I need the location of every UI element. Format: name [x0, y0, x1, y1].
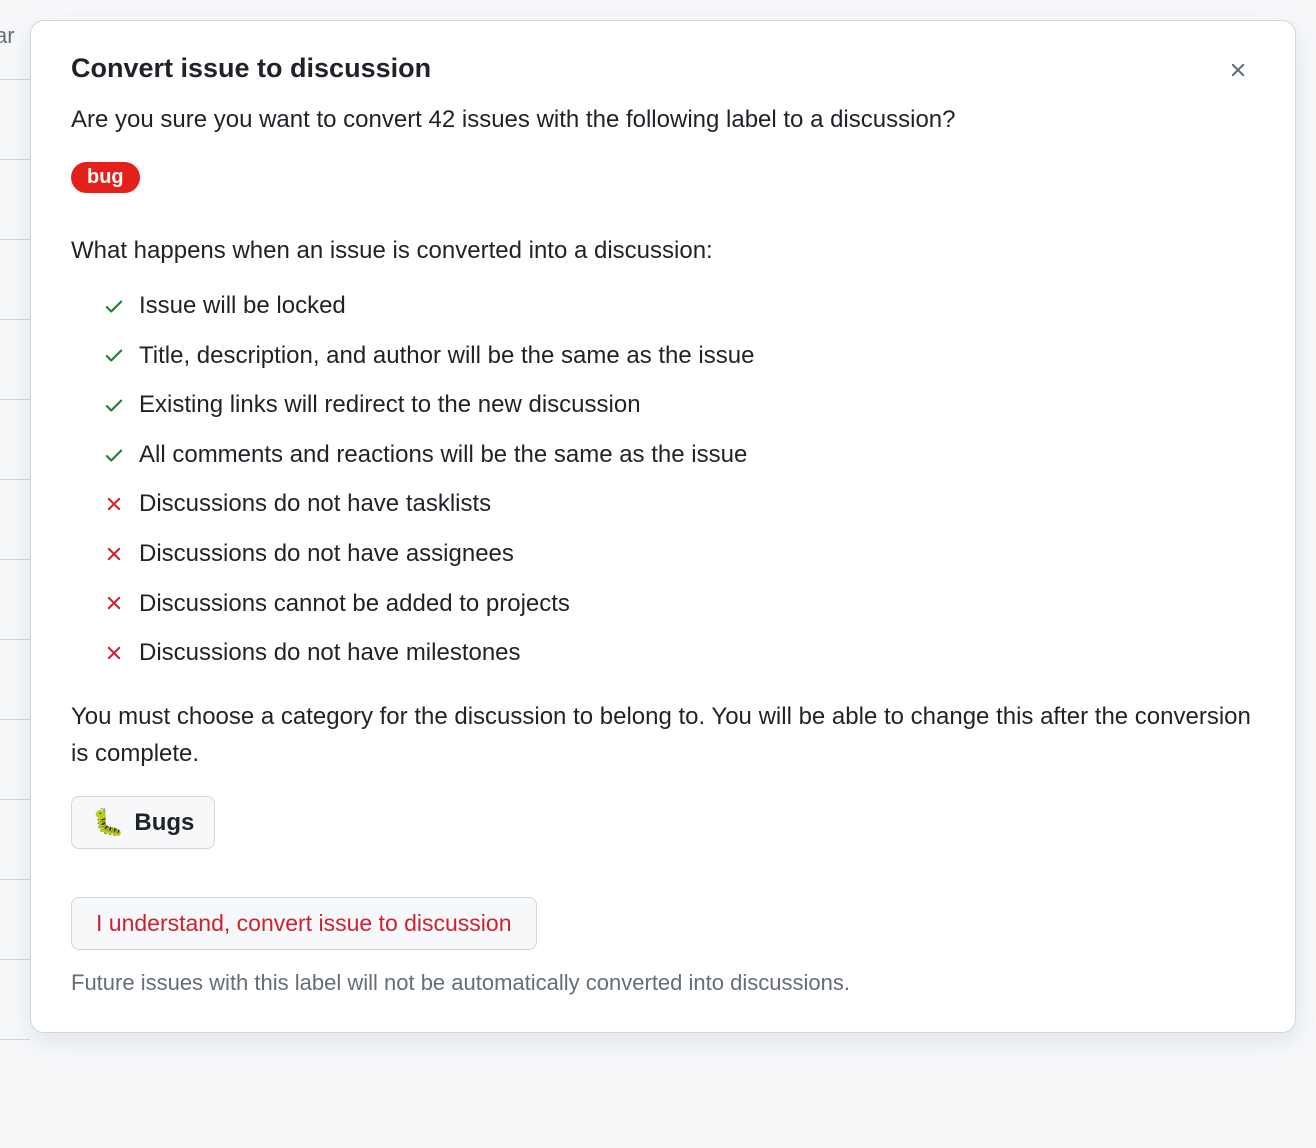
effect-item: Title, description, and author will be t… [103, 339, 1255, 373]
effect-item: Existing links will redirect to the new … [103, 388, 1255, 422]
dialog-header: Convert issue to discussion [71, 53, 1255, 102]
effect-text: Existing links will redirect to the new … [139, 388, 641, 422]
effect-item: Issue will be locked [103, 289, 1255, 323]
background-text-fragment: ar [0, 23, 15, 49]
dialog-title: Convert issue to discussion [71, 53, 431, 84]
effect-item: Discussions cannot be added to projects [103, 587, 1255, 621]
category-instruction: You must choose a category for the discu… [71, 698, 1255, 772]
effect-text: Issue will be locked [139, 289, 346, 323]
x-icon [103, 642, 125, 664]
effect-text: All comments and reactions will be the s… [139, 438, 747, 472]
close-icon [1227, 59, 1249, 84]
confirm-text: Are you sure you want to convert 42 issu… [71, 102, 1255, 138]
effect-text: Discussions do not have milestones [139, 636, 521, 670]
category-select-button[interactable]: 🐛 Bugs [71, 796, 215, 849]
x-icon [103, 543, 125, 565]
background-rows: ar [0, 0, 30, 1148]
effect-text: Discussions do not have assignees [139, 537, 514, 571]
effect-item: All comments and reactions will be the s… [103, 438, 1255, 472]
check-icon [103, 344, 125, 366]
effect-item: Discussions do not have tasklists [103, 487, 1255, 521]
x-icon [103, 592, 125, 614]
close-button[interactable] [1221, 53, 1255, 90]
x-icon [103, 493, 125, 515]
label-badge: bug [71, 162, 140, 193]
what-happens-heading: What happens when an issue is converted … [71, 237, 1255, 265]
convert-issue-dialog: Convert issue to discussion Are you sure… [30, 20, 1296, 1033]
effect-text: Discussions cannot be added to projects [139, 587, 570, 621]
check-icon [103, 444, 125, 466]
check-icon [103, 295, 125, 317]
category-label: Bugs [134, 809, 194, 837]
effects-list: Issue will be locked Title, description, … [71, 289, 1255, 670]
effect-item: Discussions do not have assignees [103, 537, 1255, 571]
check-icon [103, 394, 125, 416]
confirm-convert-button[interactable]: I understand, convert issue to discussio… [71, 897, 537, 950]
effect-text: Title, description, and author will be t… [139, 339, 754, 373]
effect-item: Discussions do not have milestones [103, 636, 1255, 670]
effect-text: Discussions do not have tasklists [139, 487, 491, 521]
footer-note: Future issues with this label will not b… [71, 970, 1255, 996]
caterpillar-icon: 🐛 [92, 807, 124, 838]
